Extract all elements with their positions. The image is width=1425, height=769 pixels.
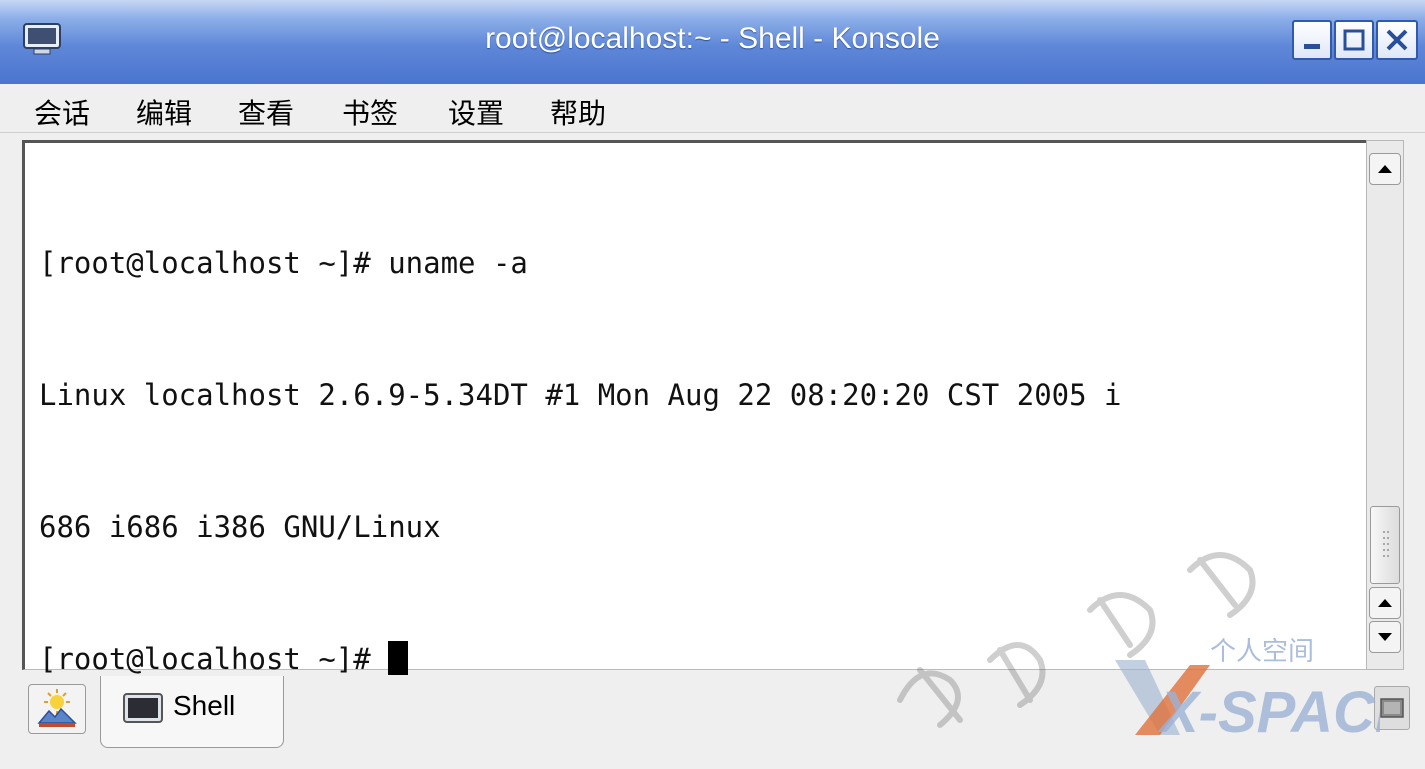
menu-help[interactable]: 帮助	[550, 92, 606, 132]
menu-view[interactable]: 查看	[238, 92, 294, 132]
new-session-icon	[37, 689, 77, 727]
watermark-logo: X-SPACE 个人空间	[897, 552, 1380, 745]
maximize-button[interactable]	[1334, 20, 1374, 60]
menubar: 会话 编辑 查看 书签 设置 帮助	[0, 84, 1425, 133]
menu-session[interactable]: 会话	[34, 92, 90, 132]
terminal-prompt: [root@localhost ~]#	[39, 642, 389, 676]
minimize-icon	[1304, 44, 1320, 49]
tab-shell[interactable]: Shell	[100, 676, 284, 748]
terminal-icon	[123, 693, 163, 723]
scroll-up-button[interactable]	[1369, 153, 1401, 185]
terminal-line: Linux localhost 2.6.9-5.34DT #1 Mon Aug …	[39, 378, 1122, 412]
minimize-button[interactable]	[1292, 20, 1332, 60]
menu-settings[interactable]: 设置	[448, 92, 504, 132]
close-button[interactable]	[1376, 20, 1418, 60]
watermark-brand: X-SPACE	[1157, 680, 1380, 745]
window-title: root@localhost:~ - Shell - Konsole	[485, 22, 940, 55]
tab-shell-label: Shell	[173, 690, 236, 721]
maximize-icon	[1343, 29, 1365, 51]
watermark-subtitle: 个人空间	[1210, 637, 1314, 667]
close-session-icon	[1380, 698, 1404, 718]
window-titlebar[interactable]: root@localhost:~ - Shell - Konsole	[0, 0, 1425, 85]
new-session-button[interactable]	[28, 684, 86, 734]
menu-edit[interactable]: 编辑	[136, 92, 192, 132]
arrow-up-icon	[1378, 165, 1392, 173]
menu-bookmarks[interactable]: 书签	[342, 92, 398, 132]
close-icon	[1386, 29, 1408, 51]
terminal-cursor	[388, 641, 409, 675]
terminal-line: [root@localhost ~]# uname -a	[39, 246, 528, 280]
